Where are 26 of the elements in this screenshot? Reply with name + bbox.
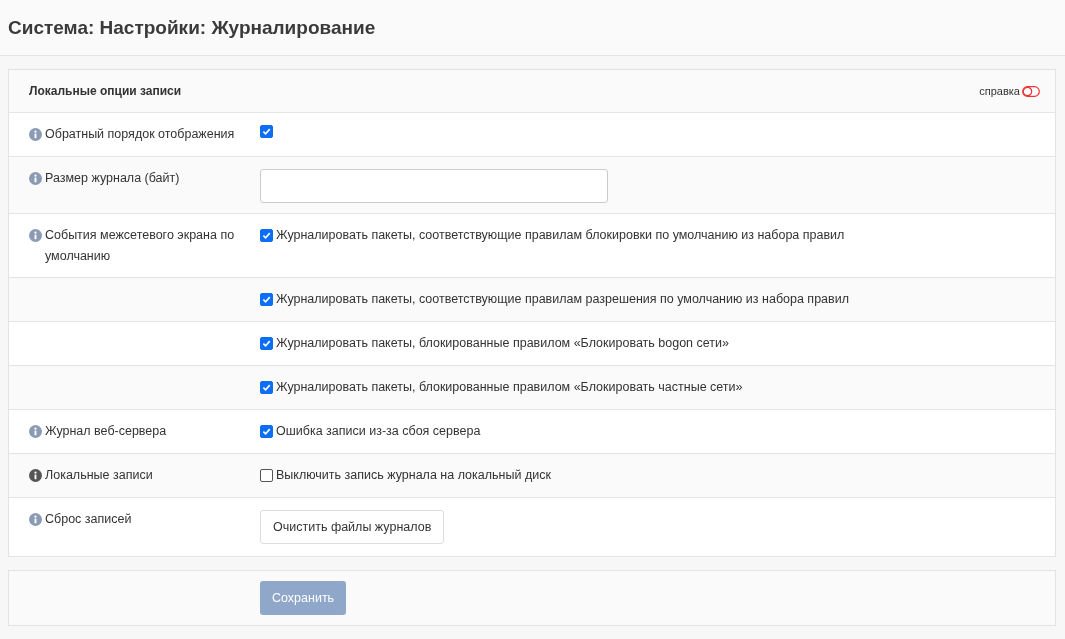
toggle-icon[interactable] [1022, 85, 1040, 97]
field-label: Локальные записи [45, 467, 153, 484]
checkbox-label: Журналировать пакеты, соответствующие правилам блокировки по умолчанию из набора правил [276, 227, 845, 244]
checkbox[interactable] [260, 468, 273, 482]
checkbox-label: Ошибка записи из-за сбоя сервера [276, 423, 481, 440]
checkbox-label: Журналировать пакеты, блокированные правилом «Блокировать bogon сети» [276, 335, 729, 352]
checkbox-label: Журналировать пакеты, соответствующие правилам разрешения по умолчанию из набора правил [276, 291, 849, 308]
checkbox[interactable] [260, 336, 273, 350]
field-label: Обратный порядок отображения [45, 126, 235, 143]
checkbox[interactable] [260, 125, 273, 138]
checkbox-label: Журналировать пакеты, блокированные правилом «Блокировать частные сети» [276, 379, 743, 396]
input-field[interactable] [260, 169, 608, 203]
field-label: События межсетевого экрана по умолчанию [45, 227, 235, 265]
checkbox[interactable] [260, 424, 273, 438]
page-title: Система: Настройки: Журналирование [8, 16, 376, 39]
checkbox[interactable] [260, 292, 273, 306]
checkbox[interactable] [260, 228, 273, 242]
field-label: Размер журнала (байт) [45, 170, 180, 187]
field-label: Сброс записей [45, 511, 132, 528]
checkbox[interactable] [260, 380, 273, 394]
info-icon[interactable] [29, 469, 42, 482]
help-label: справка [979, 85, 1020, 97]
field-label: Журнал веб-сервера [45, 423, 167, 440]
panel-title: Локальные опции записи [29, 84, 182, 98]
clear-logs-button[interactable]: Очистить файлы журналов [260, 510, 445, 544]
checkbox-label: Выключить запись журнала на локальный диск [276, 467, 551, 484]
